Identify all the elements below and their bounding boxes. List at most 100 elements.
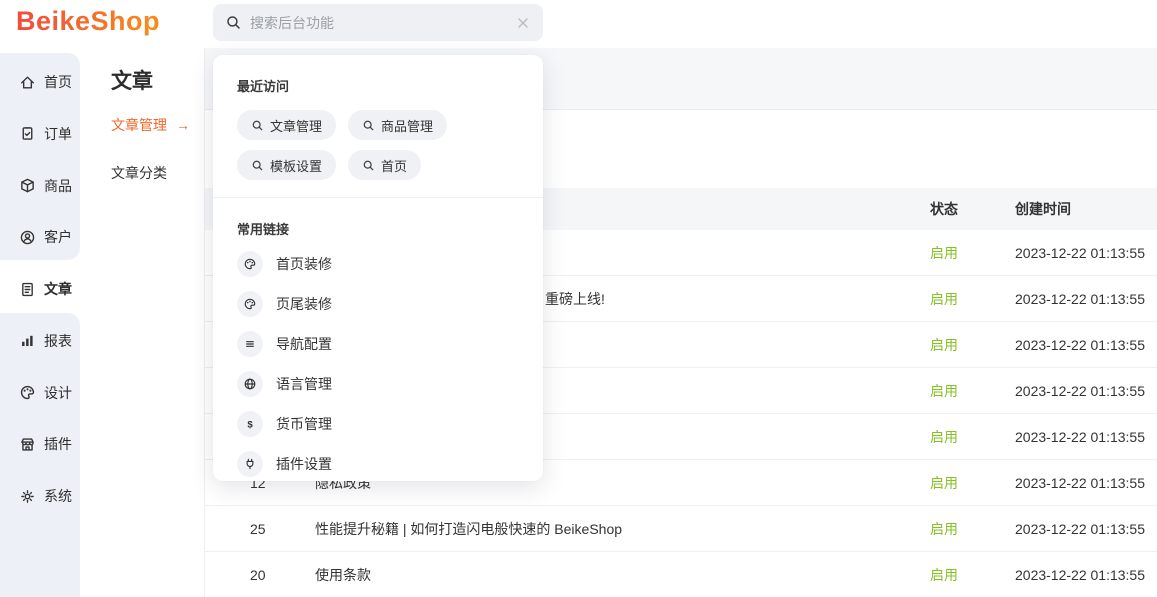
system-icon <box>19 488 36 505</box>
svg-text:$: $ <box>247 420 253 431</box>
search-icon <box>225 14 242 31</box>
quick-link-label: 货币管理 <box>276 414 332 434</box>
secondary-sidebar: 文章 文章管理 → 文章分类 <box>86 48 205 597</box>
dollar-icon: $ <box>237 411 263 437</box>
cell-created-time: 2023-12-22 01:13:55 <box>1015 230 1145 276</box>
quick-link-label: 页尾装修 <box>276 294 332 314</box>
submenu-item-label: 文章分类 <box>111 163 167 183</box>
cell-id: 25 <box>250 506 266 552</box>
search-icon <box>362 159 375 172</box>
search-bar[interactable] <box>213 4 543 41</box>
search-input[interactable] <box>250 15 507 31</box>
status-badge: 启用 <box>930 460 958 506</box>
chip-label: 文章管理 <box>270 116 322 135</box>
order-icon <box>19 125 36 142</box>
quick-link-item[interactable]: 导航配置 <box>213 324 543 364</box>
table-row[interactable]: 20 使用条款 启用 2023-12-22 01:13:55 <box>205 552 1157 597</box>
plug-icon <box>237 451 263 477</box>
popover-divider <box>213 197 543 198</box>
quick-link-item[interactable]: 插件设置 <box>213 444 543 481</box>
primary-sidebar: 首页 订单 商品 客户 文章 报表 设计 插件 系统 <box>0 48 86 597</box>
sidebar-item-label: 报表 <box>44 331 72 351</box>
submenu-item-label: 文章管理 <box>111 115 167 135</box>
search-icon <box>251 159 264 172</box>
cell-created-time: 2023-12-22 01:13:55 <box>1015 414 1145 460</box>
quick-link-item[interactable]: 页尾装修 <box>213 284 543 324</box>
submenu-item-1[interactable]: 文章管理 → <box>86 110 204 140</box>
plugin-icon <box>19 436 36 453</box>
customer-icon <box>19 229 36 246</box>
sidebar-item-label: 客户 <box>44 227 72 247</box>
cell-created-time: 2023-12-22 01:13:55 <box>1015 276 1145 322</box>
sidebar-item-customer[interactable]: 客户 <box>0 217 80 257</box>
search-popover: 最近访问 文章管理 商品管理 模板设置 首页 常用链接 首页装修 页尾装修 导航… <box>213 55 543 481</box>
search-icon <box>362 119 375 132</box>
clear-search-icon[interactable] <box>515 15 531 31</box>
top-header: BeikeShop <box>0 0 1157 48</box>
quick-link-label: 语言管理 <box>276 374 332 394</box>
quick-link-item[interactable]: $ 货币管理 <box>213 404 543 444</box>
table-row[interactable]: 25 性能提升秘籍 | 如何打造闪电般快速的 BeikeShop 启用 2023… <box>205 506 1157 552</box>
sidebar-item-home[interactable]: 首页 <box>0 62 80 102</box>
submenu-item-2[interactable]: 文章分类 <box>86 158 204 188</box>
sidebar-item-label: 商品 <box>44 176 72 196</box>
table-header-created: 创建时间 <box>1015 188 1071 230</box>
search-icon <box>251 119 264 132</box>
design-icon <box>19 384 36 401</box>
quick-link-item[interactable]: 首页装修 <box>213 244 543 284</box>
sidebar-item-label: 订单 <box>44 124 72 144</box>
cell-created-time: 2023-12-22 01:13:55 <box>1015 506 1145 552</box>
section-title: 文章 <box>111 65 153 95</box>
quick-link-label: 首页装修 <box>276 254 332 274</box>
product-icon <box>19 177 36 194</box>
sidebar-item-report[interactable]: 报表 <box>0 321 80 361</box>
article-icon <box>19 281 36 298</box>
chip-label: 商品管理 <box>381 116 433 135</box>
quick-link-item[interactable]: 语言管理 <box>213 364 543 404</box>
globe-icon <box>237 371 263 397</box>
chip-label: 模板设置 <box>270 156 322 175</box>
active-arrow-icon: → <box>176 117 190 133</box>
sidebar-item-label: 插件 <box>44 434 72 454</box>
recent-visit-chip[interactable]: 首页 <box>348 150 421 180</box>
status-badge: 启用 <box>930 506 958 552</box>
sidebar-item-plugin[interactable]: 插件 <box>0 424 80 464</box>
status-badge: 启用 <box>930 276 958 322</box>
cell-title: 使用条款 <box>315 552 371 597</box>
report-icon <box>19 332 36 349</box>
cell-created-time: 2023-12-22 01:13:55 <box>1015 368 1145 414</box>
menu-icon <box>237 331 263 357</box>
chip-label: 首页 <box>381 156 407 175</box>
cell-created-time: 2023-12-22 01:13:55 <box>1015 322 1145 368</box>
sidebar-item-order[interactable]: 订单 <box>0 114 80 154</box>
sidebar-item-label: 首页 <box>44 72 72 92</box>
sidebar-item-product[interactable]: 商品 <box>0 166 80 206</box>
app-logo[interactable]: BeikeShop <box>16 6 160 37</box>
sidebar-item-design[interactable]: 设计 <box>0 373 80 413</box>
cell-created-time: 2023-12-22 01:13:55 <box>1015 460 1145 506</box>
cell-created-time: 2023-12-22 01:13:55 <box>1015 552 1145 597</box>
cell-title: 性能提升秘籍 | 如何打造闪电般快速的 BeikeShop <box>315 506 622 552</box>
status-badge: 启用 <box>930 414 958 460</box>
common-links-label: 常用链接 <box>237 219 519 238</box>
status-badge: 启用 <box>930 322 958 368</box>
recent-visit-chip[interactable]: 商品管理 <box>348 110 447 140</box>
sidebar-item-label: 设计 <box>44 383 72 403</box>
status-badge: 启用 <box>930 552 958 597</box>
sidebar-item-label: 系统 <box>44 486 72 506</box>
recent-visit-chip[interactable]: 模板设置 <box>237 150 336 180</box>
recent-visits-label: 最近访问 <box>237 76 519 95</box>
quick-link-label: 插件设置 <box>276 454 332 474</box>
cell-id: 20 <box>250 552 266 597</box>
sidebar-item-article[interactable]: 文章 <box>0 269 80 309</box>
app-window: BeikeShop 首页 订单 商品 客户 文章 报表 设计 <box>0 0 1157 597</box>
table-header-status: 状态 <box>930 188 958 230</box>
home-icon <box>19 74 36 91</box>
recent-visit-chip[interactable]: 文章管理 <box>237 110 336 140</box>
sidebar-item-system[interactable]: 系统 <box>0 476 80 516</box>
quick-link-label: 导航配置 <box>276 334 332 354</box>
palette-icon <box>237 291 263 317</box>
status-badge: 启用 <box>930 230 958 276</box>
sidebar-item-label: 文章 <box>44 279 72 299</box>
palette-icon <box>237 251 263 277</box>
